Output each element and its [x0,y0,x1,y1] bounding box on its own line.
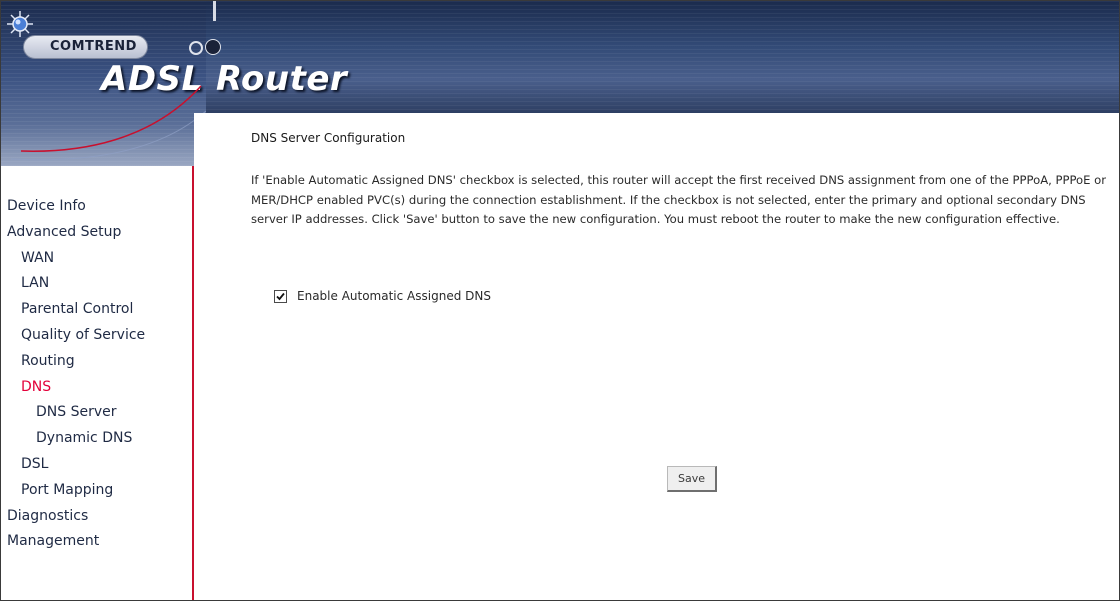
auto-dns-checkbox-row: Enable Automatic Assigned DNS [274,289,491,303]
checkmark-icon [276,292,285,300]
main-content: DNS Server Configuration If 'Enable Auto… [194,113,1119,600]
nav-item-dns[interactable]: DNS [1,375,191,401]
enable-auto-dns-label: Enable Automatic Assigned DNS [297,289,491,303]
nav-item-management[interactable]: Management [1,529,191,555]
nav-item-dsl[interactable]: DSL [1,452,191,478]
nav-item-lan[interactable]: LAN [1,271,191,297]
page-description: If 'Enable Automatic Assigned DNS' check… [251,173,1107,226]
nav-item-diagnostics[interactable]: Diagnostics [1,504,191,530]
enable-auto-dns-checkbox[interactable] [274,289,287,303]
nav-list: Device Info Advanced Setup WAN LAN Paren… [1,194,191,555]
nav-item-wan[interactable]: WAN [1,246,191,272]
router-web-ui: COMTREND ADSL Router Device Info Advance… [0,0,1120,601]
red-swoosh-decoration [10,85,206,161]
brand-logo: COMTREND [23,35,148,59]
nav-item-quality-of-service[interactable]: Quality of Service [1,323,191,349]
sidebar-navigation: Device Info Advanced Setup WAN LAN Paren… [1,166,194,600]
page-title: DNS Server Configuration [251,131,406,145]
nav-item-routing[interactable]: Routing [1,349,191,375]
brand-logo-dots [189,39,223,59]
nav-item-dns-server[interactable]: DNS Server [1,400,191,426]
save-button[interactable]: Save [667,466,717,492]
nav-item-parental-control[interactable]: Parental Control [1,297,191,323]
banner-divider [213,1,216,21]
nav-item-device-info[interactable]: Device Info [1,194,191,220]
nav-item-port-mapping[interactable]: Port Mapping [1,478,191,504]
sunburst-logo-icon [7,11,33,37]
nav-item-advanced-setup[interactable]: Advanced Setup [1,220,191,246]
nav-item-dynamic-dns[interactable]: Dynamic DNS [1,426,191,452]
